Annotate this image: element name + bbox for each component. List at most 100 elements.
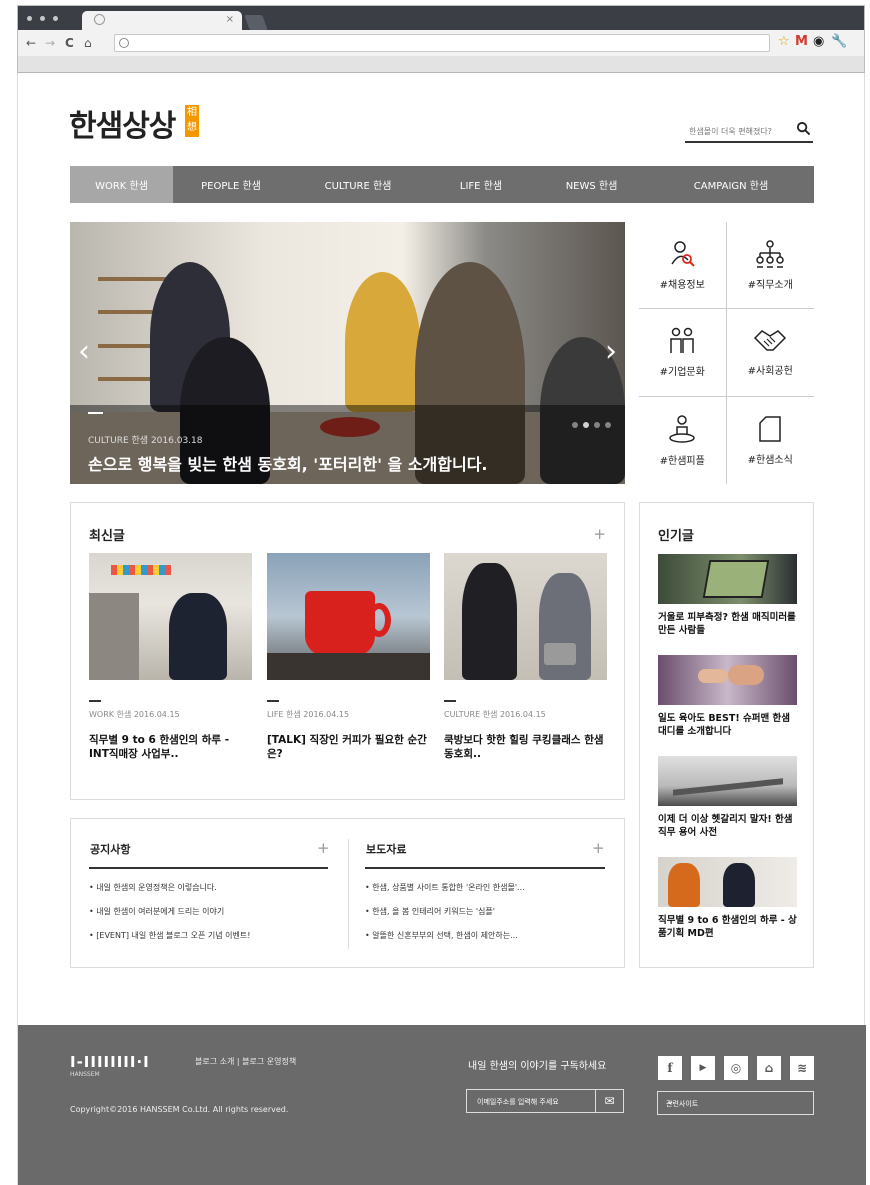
popular-item-title[interactable]: 일도 육아도 BEST! 슈퍼맨 한샘 대디를 소개합니다: [658, 712, 797, 738]
related-sites-select[interactable]: 관련사이트 ⌄: [657, 1091, 814, 1115]
main-nav: WORK 한샘 PEOPLE 한샘 CULTURE 한샘 LIFE 한샘 NEW…: [70, 166, 814, 203]
facebook-icon[interactable]: f: [658, 1056, 682, 1080]
post-thumbnail: [444, 553, 607, 680]
quick-link-news[interactable]: #한샘소식: [727, 397, 815, 484]
nav-item-work[interactable]: WORK 한샘: [70, 166, 173, 203]
window-minimize-dot[interactable]: [40, 16, 45, 21]
popular-item[interactable]: 직무별 9 to 6 한샘인의 하루 - 상품기획 MD편: [658, 857, 797, 940]
notice-item-text[interactable]: 내일 한샘의 운영정책은 이렇습니다.: [96, 883, 217, 892]
notice-item[interactable]: • 내일 한샘이 여러분에게 드리는 이야기: [89, 906, 250, 930]
footer-logo[interactable]: I-IIIIIIII·I: [70, 1053, 150, 1071]
quick-link-label: #한샘소식: [747, 454, 793, 466]
search-input[interactable]: 한샘몰이 더욱 편해졌다?: [689, 126, 772, 137]
press-item-text[interactable]: 한샘, 올 봄 인테리어 키워드는 '심플': [372, 907, 495, 916]
press-item-text[interactable]: 알뜰한 신혼부부의 선택, 한샘이 제안하는...: [372, 931, 517, 940]
nav-item-culture[interactable]: CULTURE 한샘: [289, 166, 427, 203]
popular-item[interactable]: 거울로 피부측정? 한샘 매직미러를 만든 사람들: [658, 554, 797, 637]
hero-prev-arrow[interactable]: ‹: [78, 337, 90, 367]
nav-item-news[interactable]: NEWS 한샘: [535, 166, 648, 203]
chrome-extension-icon[interactable]: ◉: [813, 35, 824, 49]
instagram-icon[interactable]: ◎: [724, 1056, 748, 1080]
home-site-icon[interactable]: ⌂: [757, 1056, 781, 1080]
reload-icon[interactable]: C: [65, 36, 74, 50]
popular-item-title[interactable]: 이제 더 이상 헷갈리지 말자! 한샘 직무 용어 사전: [658, 813, 797, 839]
post-card[interactable]: LIFE 한샘 2016.04.15 [TALK] 직장인 커피가 필요한 순간…: [267, 553, 430, 761]
popular-item-title[interactable]: 직무별 9 to 6 한샘인의 하루 - 상품기획 MD편: [658, 914, 797, 940]
post-title[interactable]: [TALK] 직장인 커피가 필요한 순간은?: [267, 733, 427, 761]
footer-links[interactable]: 블로그 소개 | 블로그 운영정책: [195, 1056, 296, 1067]
notice-item-text[interactable]: [EVENT] 내일 한샘 블로그 오픈 기념 이벤트!: [96, 931, 250, 940]
quick-link-hanssem-people[interactable]: #한샘피플: [639, 396, 727, 484]
post-dash: [444, 700, 456, 702]
thumb-person: [668, 863, 700, 907]
quick-link-recruit[interactable]: #채용정보: [639, 222, 727, 310]
tab-bar: ×: [18, 6, 864, 30]
bookmark-star-icon[interactable]: ☆: [778, 35, 790, 49]
notice-more-icon[interactable]: +: [317, 841, 330, 856]
thumb-door: [89, 593, 139, 680]
latest-more-icon[interactable]: +: [593, 527, 606, 542]
window-close-dot[interactable]: [27, 16, 32, 21]
envelope-icon[interactable]: ✉: [595, 1090, 623, 1112]
slide-dot[interactable]: [594, 422, 600, 428]
press-underline: [365, 867, 605, 869]
press-more-icon[interactable]: +: [592, 841, 605, 856]
hero-person: [345, 272, 420, 412]
subscribe-email-field[interactable]: 이메일주소를 입력해 주세요 ✉: [466, 1089, 624, 1113]
browser-tab[interactable]: ×: [82, 11, 242, 30]
post-card[interactable]: CULTURE 한샘 2016.04.15 쿡방보다 핫한 힐링 쿠킹클래스 한…: [444, 553, 607, 761]
post-title[interactable]: 쿡방보다 핫한 힐링 쿠킹클래스 한샘 동호회..: [444, 733, 604, 761]
press-item-text[interactable]: 한샘, 상품별 사이트 통합한 '온라인 한샘몰'...: [372, 883, 524, 892]
press-item[interactable]: • 한샘, 올 봄 인테리어 키워드는 '심플': [365, 906, 525, 930]
people-icon: [670, 327, 694, 353]
address-bar[interactable]: [114, 34, 770, 52]
slide-dot-active[interactable]: [583, 422, 589, 428]
quick-link-culture[interactable]: #기업문화: [639, 309, 727, 397]
nav-item-life[interactable]: LIFE 한샘: [427, 166, 535, 203]
page: 한샘상상 相想 한샘몰이 더욱 편해졌다? WORK 한샘 PEOPLE 한샘 …: [17, 73, 866, 1185]
nav-item-campaign[interactable]: CAMPAIGN 한샘: [648, 166, 814, 203]
forward-icon[interactable]: →: [45, 36, 55, 50]
post-title[interactable]: 직무별 9 to 6 한샘인의 하루 - INT직매장 사업부..: [89, 733, 249, 761]
tab-close-icon[interactable]: ×: [226, 14, 234, 25]
notice-item[interactable]: • [EVENT] 내일 한샘 블로그 오픈 기념 이벤트!: [89, 930, 250, 954]
site-logo[interactable]: 한샘상상: [69, 101, 176, 145]
quick-links: #채용정보 #직무소개 #기업문화 #사회공헌 #한샘피플 #한샘소식: [639, 222, 814, 484]
hero-next-arrow[interactable]: ›: [605, 337, 617, 367]
hero-title[interactable]: 손으로 행복을 빚는 한샘 동호회, '포터리한' 을 소개합니다.: [88, 451, 488, 475]
search-icon[interactable]: [796, 121, 811, 136]
thumb-tablet: [702, 560, 770, 598]
quick-link-label: #채용정보: [659, 279, 705, 291]
popular-item[interactable]: 일도 육아도 BEST! 슈퍼맨 한샘 대디를 소개합니다: [658, 655, 797, 738]
popular-item-title[interactable]: 거울로 피부측정? 한샘 매직미러를 만든 사람들: [658, 611, 797, 637]
quick-link-label: #사회공헌: [747, 365, 793, 377]
back-icon[interactable]: ←: [26, 36, 36, 50]
thumb-mug-handle: [367, 603, 391, 637]
press-item[interactable]: • 알뜰한 신혼부부의 선택, 한샘이 제안하는...: [365, 930, 525, 954]
youtube-icon[interactable]: ▶: [691, 1056, 715, 1080]
press-title: 보도자료: [366, 843, 407, 856]
quick-link-job[interactable]: #직무소개: [726, 222, 814, 310]
person-pin-icon: [669, 415, 695, 443]
thumb-red-mug: [305, 591, 375, 656]
popular-item[interactable]: 이제 더 이상 헷갈리지 말자! 한샘 직무 용어 사전: [658, 756, 797, 839]
press-item[interactable]: • 한샘, 상품별 사이트 통합한 '온라인 한샘몰'...: [365, 882, 525, 906]
nav-item-people[interactable]: PEOPLE 한샘: [173, 166, 289, 203]
hero-slider[interactable]: CULTURE 한샘 2016.03.18 손으로 행복을 빚는 한샘 동호회,…: [70, 222, 625, 484]
subscribe-heading: 내일 한샘의 이야기를 구독하세요: [468, 1061, 607, 1072]
slide-dot[interactable]: [572, 422, 578, 428]
notice-item[interactable]: • 내일 한샘의 운영정책은 이렇습니다.: [89, 882, 250, 906]
new-tab-button[interactable]: [244, 15, 268, 30]
window-maximize-dot[interactable]: [53, 16, 58, 21]
rss-icon[interactable]: ≋: [790, 1056, 814, 1080]
gmail-extension-icon[interactable]: M: [795, 35, 808, 49]
email-placeholder[interactable]: 이메일주소를 입력해 주세요: [477, 1097, 559, 1107]
post-card[interactable]: WORK 한샘 2016.04.15 직무별 9 to 6 한샘인의 하루 - …: [89, 553, 252, 761]
notice-item-text[interactable]: 내일 한샘이 여러분에게 드리는 이야기: [96, 907, 224, 916]
slide-dot[interactable]: [605, 422, 611, 428]
quick-link-csr[interactable]: #사회공헌: [726, 309, 814, 397]
wrench-menu-icon[interactable]: 🔧: [831, 35, 847, 49]
latest-posts-box: 최신글 + WORK 한샘 2016.04.15 직무별 9 to 6 한샘인의…: [70, 502, 625, 800]
home-icon[interactable]: ⌂: [84, 36, 92, 50]
search-box[interactable]: 한샘몰이 더욱 편해졌다?: [685, 121, 813, 143]
